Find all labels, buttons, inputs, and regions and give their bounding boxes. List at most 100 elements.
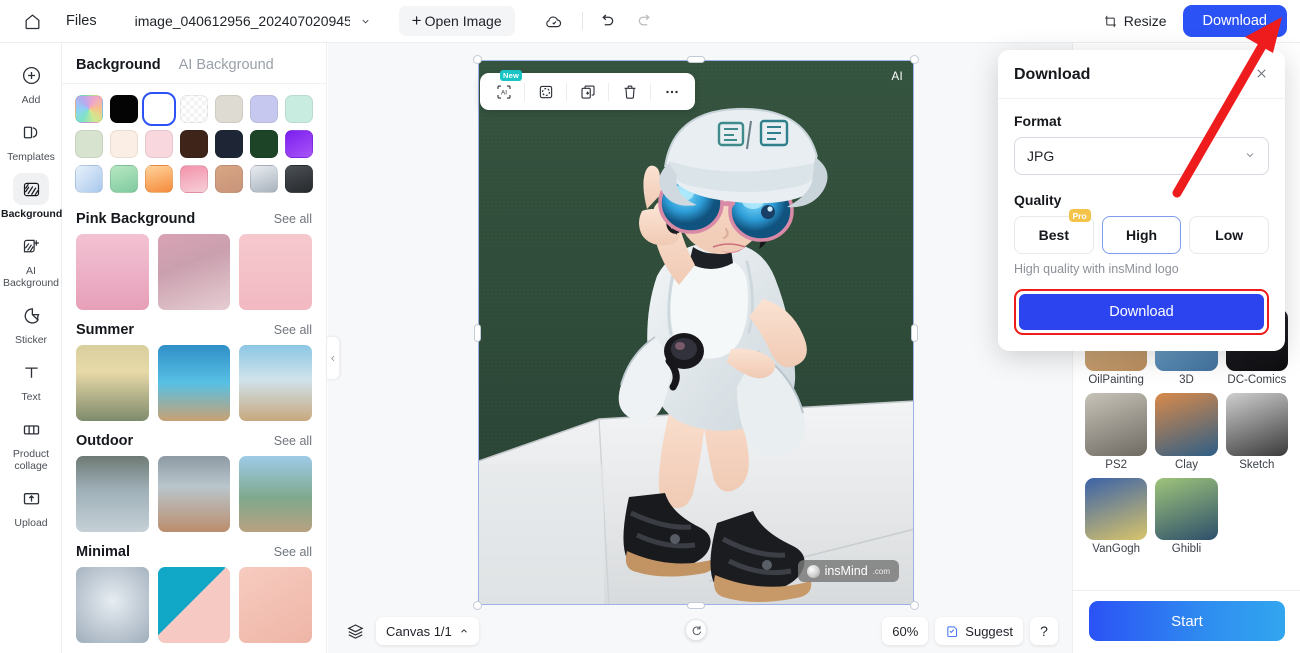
resize-handle-bottom[interactable] — [687, 602, 705, 609]
color-swatch-green-gradient[interactable] — [110, 165, 138, 193]
ai-edit-button[interactable]: AI New — [486, 69, 522, 107]
color-swatch-forest-green[interactable] — [250, 130, 278, 158]
sidebar-label-templates: Templates — [7, 151, 55, 163]
sidebar-item-ai-background[interactable]: AI Background — [0, 226, 62, 289]
layers-button[interactable] — [342, 618, 368, 644]
suggest-button[interactable]: Suggest — [935, 617, 1023, 645]
close-button[interactable] — [1254, 66, 1269, 84]
background-thumbnail-beach-sunset-palms[interactable] — [76, 345, 149, 421]
background-thumbnail-coastal-cliff-deck[interactable] — [157, 456, 231, 532]
sidebar-item-add[interactable]: Add — [0, 55, 62, 106]
style-preset-sketch[interactable]: Sketch — [1225, 393, 1288, 471]
canvas-workspace[interactable]: AI insMind .com AI New Canvas 1/1 60% Su… — [328, 43, 1072, 653]
panel-collapse-button[interactable] — [327, 336, 340, 380]
background-thumbnail-teal-pink-diagonal[interactable] — [157, 567, 231, 643]
style-preset-ghibli[interactable]: Ghibli — [1155, 477, 1218, 555]
sidebar-item-templates[interactable]: Templates — [0, 112, 62, 163]
color-swatch-violet[interactable] — [285, 130, 313, 158]
insmind-logo-icon — [806, 564, 820, 578]
color-swatch-pink-gradient[interactable] — [180, 165, 208, 193]
start-button[interactable]: Start — [1089, 601, 1285, 641]
home-button[interactable] — [12, 1, 52, 41]
circle-dashed-icon — [539, 85, 552, 98]
color-swatch-sky-gradient[interactable] — [75, 165, 103, 193]
sidebar-item-sticker[interactable]: Sticker — [0, 295, 62, 346]
resize-handle-right[interactable] — [911, 323, 918, 342]
see-all-link[interactable]: See all — [274, 323, 312, 337]
color-swatch-charcoal-gradient[interactable] — [285, 165, 313, 193]
style-thumbnail — [1225, 393, 1288, 456]
background-thumbnail-grey-blue-soft[interactable] — [76, 567, 149, 643]
background-thumbnail-ocean-sand-beach[interactable] — [239, 345, 312, 421]
resize-button[interactable]: Resize — [1093, 7, 1177, 35]
color-swatch-navy[interactable] — [215, 130, 243, 158]
sidebar-item-background[interactable]: Background — [0, 169, 62, 220]
layers-icon — [346, 623, 364, 639]
color-swatch-transparent[interactable] — [180, 95, 208, 123]
see-all-link[interactable]: See all — [274, 434, 312, 448]
resize-handle-top[interactable] — [687, 56, 705, 63]
tab-background[interactable]: Background — [76, 57, 161, 73]
collage-icon — [13, 413, 49, 445]
quality-option-best[interactable]: Best Pro — [1014, 209, 1094, 254]
color-swatch-white[interactable] — [142, 92, 176, 126]
color-swatch-cream[interactable] — [110, 130, 138, 158]
format-select[interactable]: JPG — [1014, 137, 1269, 175]
files-menu[interactable]: Files — [66, 13, 97, 29]
format-value: JPG — [1027, 148, 1055, 164]
canvas-page-selector[interactable]: Canvas 1/1 — [376, 617, 479, 645]
duplicate-button[interactable] — [570, 77, 605, 107]
resize-handle-top-left[interactable] — [473, 55, 482, 64]
color-swatch-beige[interactable] — [215, 95, 243, 123]
file-tab[interactable]: image_040612956_202407020945... — [135, 13, 371, 29]
background-thumbnail-forest-wet-ground[interactable] — [76, 456, 149, 532]
style-preset-clay[interactable]: Clay — [1155, 393, 1218, 471]
background-thumbnail-peach-soft[interactable] — [239, 567, 312, 643]
color-swatch-sage[interactable] — [75, 130, 103, 158]
sidebar-item-upload[interactable]: Upload — [0, 478, 62, 529]
undo-button[interactable] — [593, 7, 621, 35]
color-swatch-orange-gradient[interactable] — [145, 165, 173, 193]
color-swatch-rainbow[interactable] — [75, 95, 103, 123]
style-preset-ps2[interactable]: PS2 — [1085, 393, 1148, 471]
see-all-link[interactable]: See all — [274, 212, 312, 226]
style-label: Clay — [1174, 458, 1198, 471]
background-thumbnail-pool-water-deck[interactable] — [157, 345, 231, 421]
resize-handle-bottom-right[interactable] — [910, 601, 919, 610]
sidebar-item-product-collage[interactable]: Product collage — [0, 409, 62, 472]
style-label: PS2 — [1105, 458, 1128, 471]
cloud-sync-button[interactable] — [541, 8, 567, 34]
open-image-button[interactable]: + Open Image — [398, 6, 515, 36]
sidebar-item-text[interactable]: Text — [0, 352, 62, 403]
background-thumbnail-pink-tulips[interactable] — [239, 234, 312, 310]
redo-button[interactable] — [631, 7, 659, 35]
tab-ai-background[interactable]: AI Background — [179, 57, 274, 73]
color-swatch-tan-gradient[interactable] — [215, 165, 243, 193]
background-thumbnail-pink-room-window[interactable] — [157, 234, 231, 310]
color-swatch-blush[interactable] — [145, 130, 173, 158]
help-button[interactable]: ? — [1030, 617, 1058, 645]
resize-handle-bottom-left[interactable] — [473, 601, 482, 610]
style-preset-vangogh[interactable]: VanGogh — [1085, 477, 1148, 555]
color-swatch-periwinkle[interactable] — [250, 95, 278, 123]
section-header: Pink Background See all — [62, 199, 326, 234]
more-options-button[interactable] — [654, 77, 689, 107]
see-all-link[interactable]: See all — [274, 545, 312, 559]
canvas-artwork[interactable]: AI insMind .com — [478, 60, 914, 605]
delete-button[interactable] — [612, 77, 647, 107]
color-swatch-mint[interactable] — [285, 95, 313, 123]
color-swatch-dark-brown[interactable] — [180, 130, 208, 158]
color-swatch-black[interactable] — [110, 95, 138, 123]
download-button[interactable]: Download — [1182, 5, 1287, 37]
zoom-level[interactable]: 60% — [882, 617, 929, 645]
format-label: Format — [1014, 113, 1062, 129]
refine-cutout-button[interactable] — [528, 77, 563, 107]
background-thumbnail-pink-petals-podium[interactable] — [76, 234, 149, 310]
quality-option-low[interactable]: Low — [1189, 216, 1270, 254]
quality-option-high[interactable]: High — [1101, 216, 1182, 254]
background-thumbnail-mountain-pine-view[interactable] — [239, 456, 312, 532]
download-confirm-button[interactable]: Download — [1019, 294, 1264, 330]
color-swatch-silver-gradient[interactable] — [250, 165, 278, 193]
resize-handle-left[interactable] — [474, 323, 481, 342]
resize-handle-top-right[interactable] — [910, 55, 919, 64]
